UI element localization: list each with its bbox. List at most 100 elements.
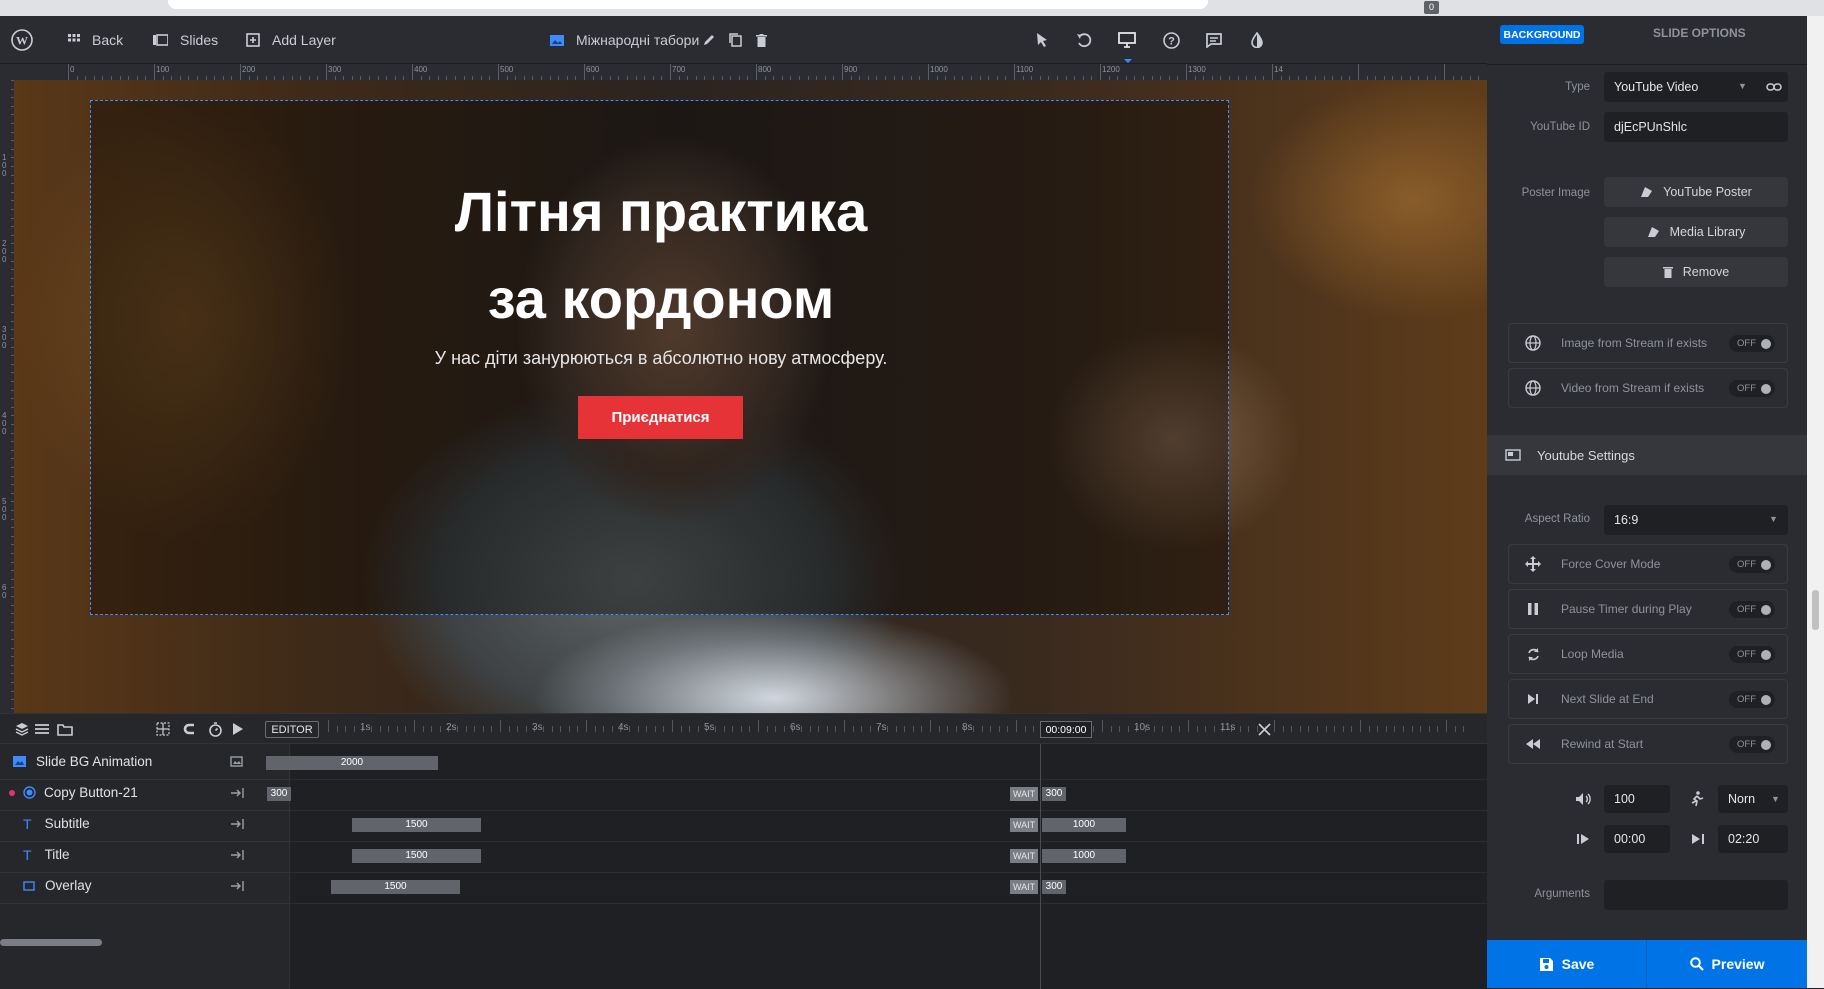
youtube-settings-header[interactable]: Youtube Settings [1487, 435, 1807, 475]
trash-icon[interactable] [750, 29, 772, 51]
current-time-display[interactable]: 00:09:00 [1040, 721, 1092, 738]
rewind-toggle[interactable]: OFF [1729, 736, 1775, 753]
type-label: Type [1565, 81, 1590, 93]
timeline-tick [353, 726, 355, 732]
slide-subtitle[interactable]: У нас діти занурюються в абсолютно нову … [314, 348, 1008, 369]
animation-bar[interactable]: 1500 [352, 818, 481, 832]
contrast-icon[interactable] [1246, 29, 1268, 51]
wordpress-logo-icon[interactable]: W [10, 28, 34, 52]
desktop-view-icon[interactable] [1116, 29, 1138, 51]
wait-label: WAIT [1010, 849, 1039, 863]
panel-divider [1487, 64, 1807, 65]
edit-pencil-icon[interactable] [698, 29, 720, 51]
remove-button[interactable]: Remove [1604, 257, 1788, 287]
timeline-tick [439, 726, 441, 732]
snap-grid-icon[interactable] [152, 718, 174, 740]
horizontal-scrollbar[interactable] [0, 939, 102, 946]
image-from-stream-row[interactable]: Image from Stream if exists OFF [1508, 323, 1788, 363]
pause-timer-row[interactable]: Pause Timer during Play OFF [1508, 589, 1788, 629]
aspect-ratio-select[interactable]: 16:9 ▼ [1604, 505, 1788, 535]
youtube-poster-button[interactable]: YouTube Poster [1604, 177, 1788, 207]
speed-select[interactable]: Norn ▼ [1718, 785, 1788, 813]
animation-bar[interactable]: 300 [267, 787, 291, 801]
timeline-tick [629, 726, 630, 732]
end-time-input[interactable]: 02:20 [1718, 825, 1788, 853]
ruler-label: 600 [586, 65, 600, 74]
layers-icon[interactable] [11, 718, 33, 740]
youtube-id-input[interactable]: djEcPUnShlc [1604, 112, 1788, 142]
help-icon[interactable]: ? [1160, 29, 1182, 51]
timeline-tick [396, 726, 398, 732]
panel-scrollbar[interactable] [1807, 16, 1824, 988]
video-from-stream-row[interactable]: Video from Stream if exists OFF [1508, 368, 1788, 408]
magnet-icon[interactable] [178, 718, 200, 740]
timeline-tick [887, 726, 888, 732]
timeline-tick-label: 1s [360, 722, 371, 733]
timeline-tick-label: 6s [790, 722, 801, 733]
close-timeline-icon[interactable] [1253, 718, 1275, 740]
tab-background[interactable]: BACKGROUND [1500, 25, 1584, 44]
timeline-tick [1102, 720, 1103, 732]
end-bar[interactable]: 300 [1042, 880, 1066, 894]
slide-stage[interactable]: Літня практика за кордоном У нас діти зан… [14, 80, 1487, 713]
active-dot-icon [9, 789, 15, 796]
tab-slide-options[interactable]: SLIDE OPTIONS [1653, 26, 1746, 40]
youtube-id-label: YouTube ID [1530, 121, 1590, 133]
animation-bar[interactable]: 2000 [266, 756, 438, 770]
ruler-tick [68, 64, 69, 80]
comment-icon[interactable] [1203, 29, 1225, 51]
duplicate-icon[interactable] [724, 29, 746, 51]
cursor-select-icon[interactable] [1031, 29, 1053, 51]
volume-input[interactable]: 100 [1604, 785, 1670, 813]
next-slide-row[interactable]: Next Slide at End OFF [1508, 679, 1788, 719]
video-from-stream-toggle[interactable]: OFF [1729, 380, 1775, 397]
preview-button[interactable]: Preview [1647, 940, 1807, 988]
end-bar[interactable]: 1000 [1042, 849, 1126, 863]
rewind-row[interactable]: Rewind at Start OFF [1508, 724, 1788, 764]
type-select[interactable]: YouTube Video ▼ [1604, 72, 1788, 102]
undo-icon[interactable] [1073, 29, 1095, 51]
ruler-tick [670, 64, 671, 80]
video-from-stream-label: Video from Stream if exists [1561, 381, 1705, 395]
timeline-tick [1239, 726, 1241, 732]
wait-label: WAIT [1010, 818, 1039, 832]
force-cover-row[interactable]: Force Cover Mode OFF [1508, 544, 1788, 584]
pause-timer-toggle[interactable]: OFF [1729, 601, 1775, 618]
timeline-tick [1428, 726, 1430, 732]
add-layer-button[interactable]: Add Layer [246, 16, 336, 64]
back-button[interactable]: Back [68, 16, 123, 64]
end-bar[interactable]: 1000 [1042, 818, 1126, 832]
folder-icon[interactable] [54, 718, 76, 740]
arguments-input[interactable] [1604, 880, 1788, 910]
layer-row-overlay[interactable]: Overlay [0, 868, 290, 904]
media-library-button[interactable]: Media Library [1604, 217, 1788, 247]
force-cover-toggle[interactable]: OFF [1729, 556, 1775, 573]
editor-mode-button[interactable]: EDITOR [265, 721, 319, 738]
ruler-tick [1186, 64, 1187, 80]
slide-headline[interactable]: Літня практика за кордоном [356, 168, 966, 342]
animation-bar[interactable]: 1500 [352, 849, 481, 863]
slides-button[interactable]: Slides [153, 16, 218, 64]
next-slide-toggle[interactable]: OFF [1729, 691, 1775, 708]
timeline-tick [1411, 726, 1413, 732]
cta-button[interactable]: Приєднатися [578, 396, 743, 439]
save-button[interactable]: Save [1487, 940, 1647, 988]
loop-media-row[interactable]: Loop Media OFF [1508, 634, 1788, 674]
loop-media-toggle[interactable]: OFF [1729, 646, 1775, 663]
image-from-stream-toggle[interactable]: OFF [1729, 335, 1775, 352]
link-icon[interactable] [1763, 77, 1785, 97]
end-bar[interactable]: 300 [1042, 787, 1066, 801]
stopwatch-icon[interactable] [204, 718, 226, 740]
start-time-input[interactable]: 00:00 [1604, 825, 1670, 853]
animation-bar[interactable]: 1500 [331, 880, 460, 894]
timeline-tick [947, 726, 949, 732]
slide-title-selector[interactable]: Міжнародні табори [550, 16, 699, 64]
text-layer-icon: T [23, 815, 32, 832]
ruler-label: 900 [844, 65, 858, 74]
scrollbar-thumb[interactable] [1812, 590, 1819, 630]
timeline-tick [715, 726, 716, 732]
timeline-tick [508, 726, 510, 732]
poster-image-label: Poster Image [1521, 187, 1590, 199]
play-icon[interactable] [226, 718, 248, 740]
list-icon[interactable] [31, 718, 53, 740]
